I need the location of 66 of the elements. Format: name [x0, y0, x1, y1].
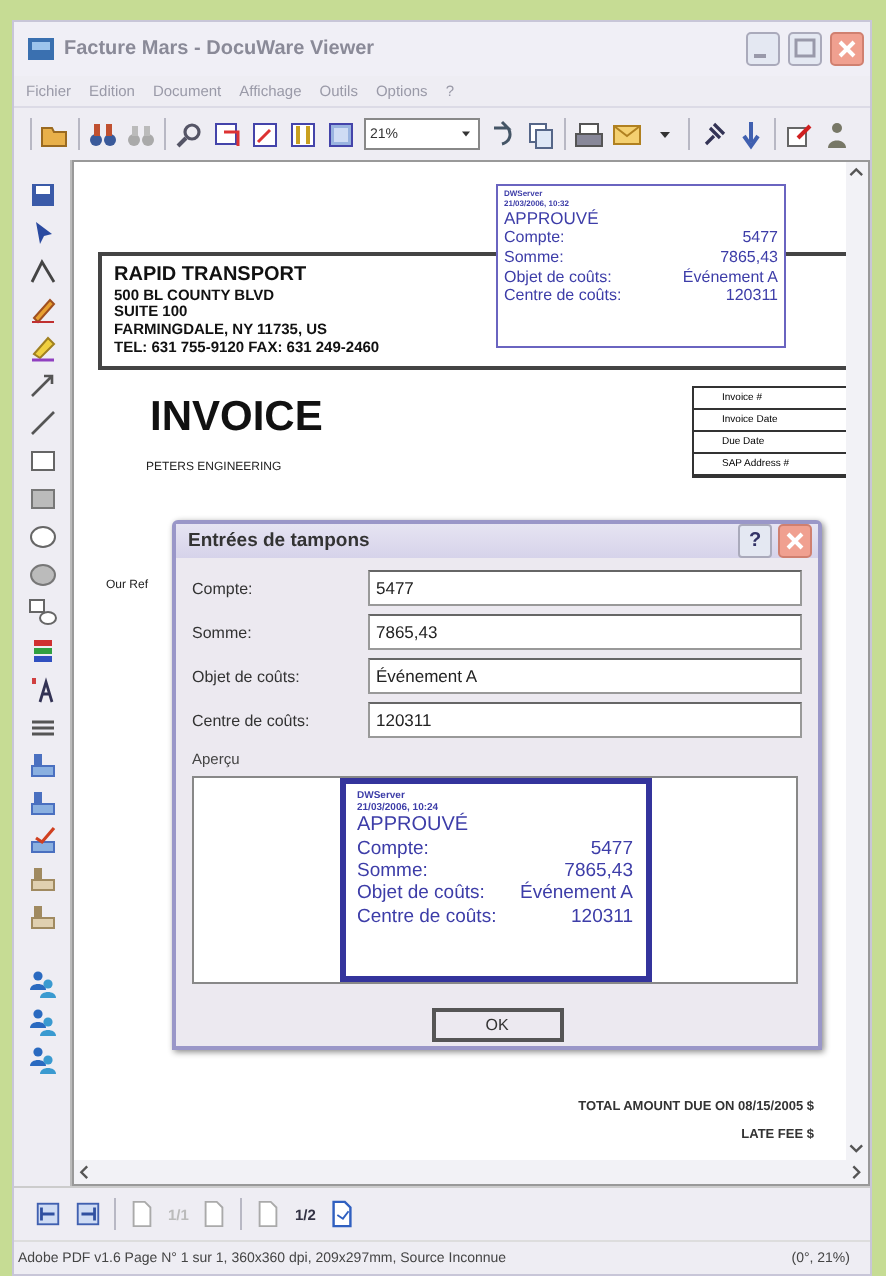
stamp-field-value: 120311 [723, 286, 778, 306]
dialog-title: Entrées de tampons [188, 530, 372, 552]
close-icon[interactable] [830, 32, 864, 66]
stamp-status-text: APPROUVÉ [357, 814, 471, 837]
stamp-check-icon[interactable] [27, 826, 57, 856]
zoom-region-icon[interactable] [212, 119, 242, 149]
help-button[interactable]: ? [738, 524, 772, 558]
users-icon[interactable] [27, 968, 57, 998]
magnifier-icon[interactable] [174, 119, 204, 149]
stamp-field-value: 5477 [740, 228, 778, 248]
stamp-field-value: 7865,43 [564, 859, 633, 882]
fit-width-icon[interactable] [288, 119, 318, 149]
stamp-field-label: Objet de coûts: [357, 882, 487, 906]
stamp-icon[interactable] [27, 750, 57, 780]
stamp-field-value: 7865,43 [718, 247, 778, 268]
field-label: Centre de coûts: [192, 711, 312, 729]
field-label: Compte: [192, 579, 255, 597]
stamp-field-label: Centre de coûts: [504, 286, 624, 306]
users-icon[interactable] [27, 1044, 57, 1074]
stamp-field-value: 120311 [569, 905, 633, 929]
filled-ellipse-icon[interactable] [27, 560, 57, 590]
polyline-icon[interactable] [27, 256, 57, 286]
stamp-status-text: APPROUVÉ [504, 209, 601, 229]
company-name: RAPID TRANSPORT [114, 264, 307, 288]
fit-page-icon[interactable] [250, 119, 280, 149]
field-label: Objet de coûts: [192, 667, 302, 685]
binoculars-icon[interactable] [88, 119, 118, 149]
rectangle-icon[interactable] [27, 446, 57, 476]
stamp-field-value: Événement A [517, 882, 633, 906]
line-icon[interactable] [27, 408, 57, 438]
shapes-icon[interactable] [27, 598, 57, 628]
ok-button[interactable]: OK [431, 1008, 563, 1042]
stamp-field-label: Compte: [357, 837, 431, 860]
invoice-title: INVOICE [150, 393, 323, 442]
window-title: Facture Mars - DocuWare Viewer [64, 38, 377, 60]
pages-icon[interactable] [526, 119, 556, 149]
stamp-field-label: Centre de coûts: [357, 905, 499, 929]
last-page-icon[interactable] [74, 1200, 102, 1228]
printer-icon[interactable] [574, 119, 604, 149]
stamp-field-label: Somme: [357, 859, 430, 883]
stamp-field-value: Événement A [680, 267, 778, 287]
stamp-icon[interactable] [27, 788, 57, 818]
field-label: Somme: [192, 623, 254, 641]
pencil-icon[interactable] [27, 294, 57, 324]
stamp-field-label: Somme: [504, 247, 566, 268]
stamp-field-label: Compte: [504, 228, 567, 248]
close-icon[interactable] [778, 524, 812, 558]
input-field[interactable]: 5477 [368, 570, 802, 606]
arrow-line-icon[interactable] [27, 370, 57, 400]
page-view-icon[interactable] [326, 119, 356, 149]
first-page-icon[interactable] [34, 1200, 62, 1228]
text-tool-icon[interactable] [27, 674, 57, 704]
stamp-field-label: Objet de coûts: [504, 267, 614, 287]
stamp-field-value: 5477 [588, 837, 633, 860]
highlighter-icon[interactable] [27, 332, 57, 362]
page-check-icon[interactable] [327, 1200, 356, 1228]
users-icon[interactable] [27, 1006, 57, 1036]
filled-rectangle-icon[interactable] [27, 484, 57, 514]
input-field[interactable]: Événement A [368, 658, 802, 694]
ellipse-icon[interactable] [27, 522, 57, 552]
person-icon[interactable] [822, 119, 852, 149]
input-field[interactable]: 7865,43 [368, 614, 802, 650]
save-icon[interactable] [27, 180, 57, 210]
app-logo-icon [26, 34, 56, 64]
input-field[interactable]: 120311 [368, 702, 802, 738]
export-icon[interactable] [784, 119, 814, 149]
